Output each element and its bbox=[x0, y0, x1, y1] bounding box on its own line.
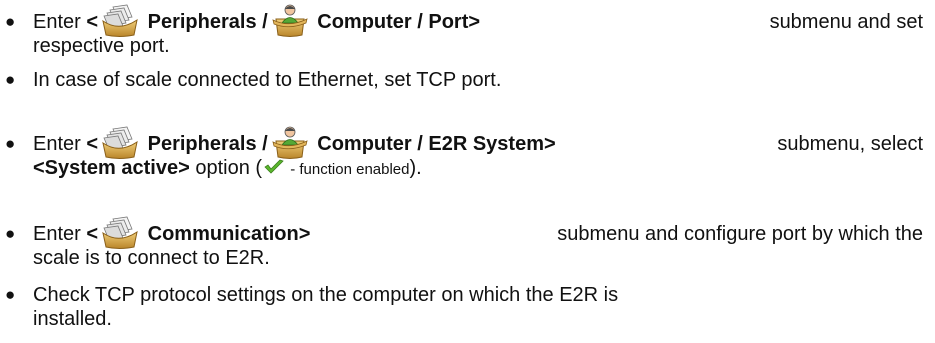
text-bracket: < bbox=[86, 223, 99, 245]
text-rest: submenu and set bbox=[769, 11, 923, 33]
check-icon bbox=[264, 159, 284, 175]
line: In case of scale connected to Ethernet, … bbox=[33, 69, 502, 91]
list-item: ● Check TCP protocol settings on the com… bbox=[5, 283, 923, 331]
line: scale is to connect to E2R. bbox=[33, 247, 270, 269]
line: Enter < Communication> submenu and confi… bbox=[33, 222, 923, 246]
text-rest: submenu, select bbox=[777, 133, 923, 155]
text-enter: Enter bbox=[33, 223, 81, 245]
text-option: option ( bbox=[195, 157, 263, 179]
menu-path-port: Computer / Port> bbox=[317, 11, 481, 33]
line: installed. bbox=[33, 308, 112, 330]
line: Check TCP protocol settings on the compu… bbox=[33, 283, 923, 307]
text-enter: Enter bbox=[33, 11, 81, 33]
document-body: ● Enter < Peripherals / Computer / Port>… bbox=[0, 0, 935, 343]
menu-path-communication: Communication> bbox=[147, 223, 311, 245]
text-function-enabled: - function enabled bbox=[286, 161, 410, 178]
folder-icon bbox=[101, 216, 139, 250]
text-rest: submenu and configure port by which the bbox=[557, 223, 923, 245]
line: Enter < Peripherals / Computer / E2R Sys… bbox=[33, 132, 923, 156]
computer-folder-icon bbox=[271, 4, 309, 38]
line: <System active> option ( - function enab… bbox=[33, 156, 923, 180]
list-item: ● Enter < Communication> submenu and con… bbox=[5, 222, 923, 270]
bullet-dot: ● bbox=[5, 224, 16, 243]
text-bracket: < bbox=[86, 133, 99, 155]
line: respective port. bbox=[33, 35, 170, 57]
list-item: ● Enter < Peripherals / Computer / Port>… bbox=[5, 10, 923, 58]
text-close: ). bbox=[409, 157, 422, 179]
list-item: ● In case of scale connected to Ethernet… bbox=[5, 68, 923, 92]
bullet-dot: ● bbox=[5, 134, 16, 153]
computer-folder-icon bbox=[271, 126, 309, 160]
menu-path-peripherals: Peripherals / bbox=[147, 133, 268, 155]
menu-path-peripherals: Peripherals / bbox=[147, 11, 268, 33]
bullet-dot: ● bbox=[5, 12, 16, 31]
bullet-dot: ● bbox=[5, 285, 16, 304]
folder-icon bbox=[101, 4, 139, 38]
option-system-active: <System active> bbox=[33, 157, 190, 179]
text-bracket: < bbox=[86, 11, 99, 33]
menu-path-e2r-system: Computer / E2R System> bbox=[317, 133, 556, 155]
text-line1: Check TCP protocol settings on the compu… bbox=[33, 284, 619, 306]
folder-icon bbox=[101, 126, 139, 160]
line: Enter < Peripherals / Computer / Port> s… bbox=[33, 10, 923, 34]
bullet-dot: ● bbox=[5, 70, 16, 89]
list-item: ● Enter < Peripherals / Computer / E2R S… bbox=[5, 132, 923, 180]
text-enter: Enter bbox=[33, 133, 81, 155]
